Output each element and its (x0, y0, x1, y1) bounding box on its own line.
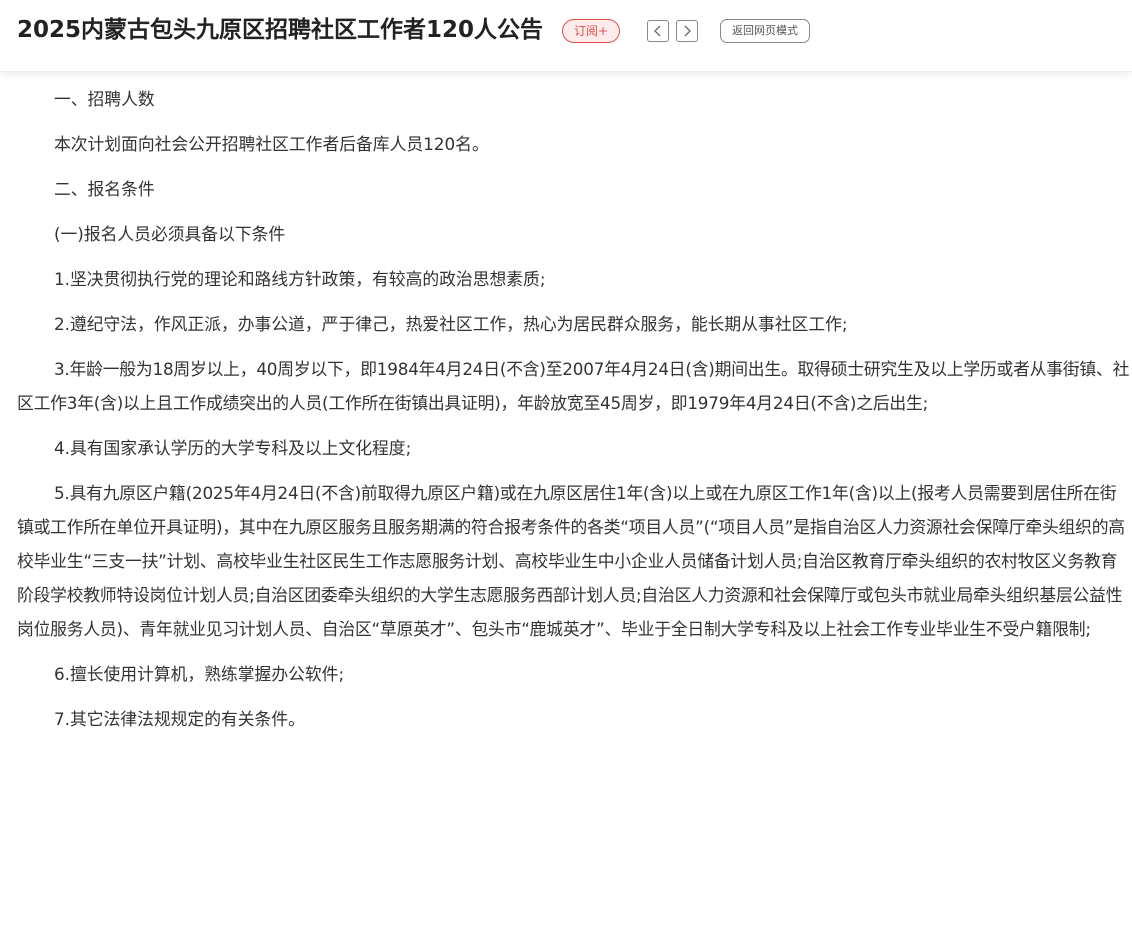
paragraph-section-heading: 二、报名条件 (53, 179, 155, 199)
subscribe-button[interactable]: 订阅+ (562, 19, 620, 43)
paragraph-section-heading: 一、招聘人数 (53, 89, 155, 109)
paragraph-condition-item: 6.擅长使用计算机，熟练掌握办公软件; (53, 664, 345, 684)
chevron-right-icon (684, 25, 691, 37)
next-article-button[interactable] (676, 20, 698, 42)
paragraph-condition-item: 4.具有国家承认学历的大学专科及以上文化程度; (53, 438, 412, 458)
paragraph-subheading: (一)报名人员必须具备以下条件 (53, 224, 286, 244)
chevron-left-icon (654, 25, 661, 37)
paragraph-condition-item: 7.其它法律法规规定的有关条件。 (53, 709, 305, 729)
article-header: 2025内蒙古包头九原区招聘社区工作者120人公告 订阅+ 返回网页模式 (0, 0, 1132, 72)
paragraph-condition-item: 3.年龄一般为18周岁以上，40周岁以下，即1984年4月24日(不含)至200… (17, 359, 1130, 413)
article-title: 2025内蒙古包头九原区招聘社区工作者120人公告 (17, 17, 544, 43)
paragraph-condition-item: 1.坚决贯彻执行党的理论和路线方针政策，有较高的政治思想素质; (53, 269, 546, 289)
article-body: 一、招聘人数 本次计划面向社会公开招聘社区工作者后备库人员120名。 二、报名条… (17, 82, 1131, 747)
paragraph-condition-item: 2.遵纪守法，作风正派，办事公道，严于律己，热爱社区工作，热心为居民群众服务，能… (53, 314, 848, 334)
return-web-mode-button[interactable]: 返回网页模式 (720, 19, 810, 43)
previous-article-button[interactable] (647, 20, 669, 42)
paragraph-condition-item: 5.具有九原区户籍(2025年4月24日(不含)前取得九原区户籍)或在九原区居住… (17, 483, 1125, 639)
paragraph: 本次计划面向社会公开招聘社区工作者后备库人员120名。 (53, 134, 489, 154)
